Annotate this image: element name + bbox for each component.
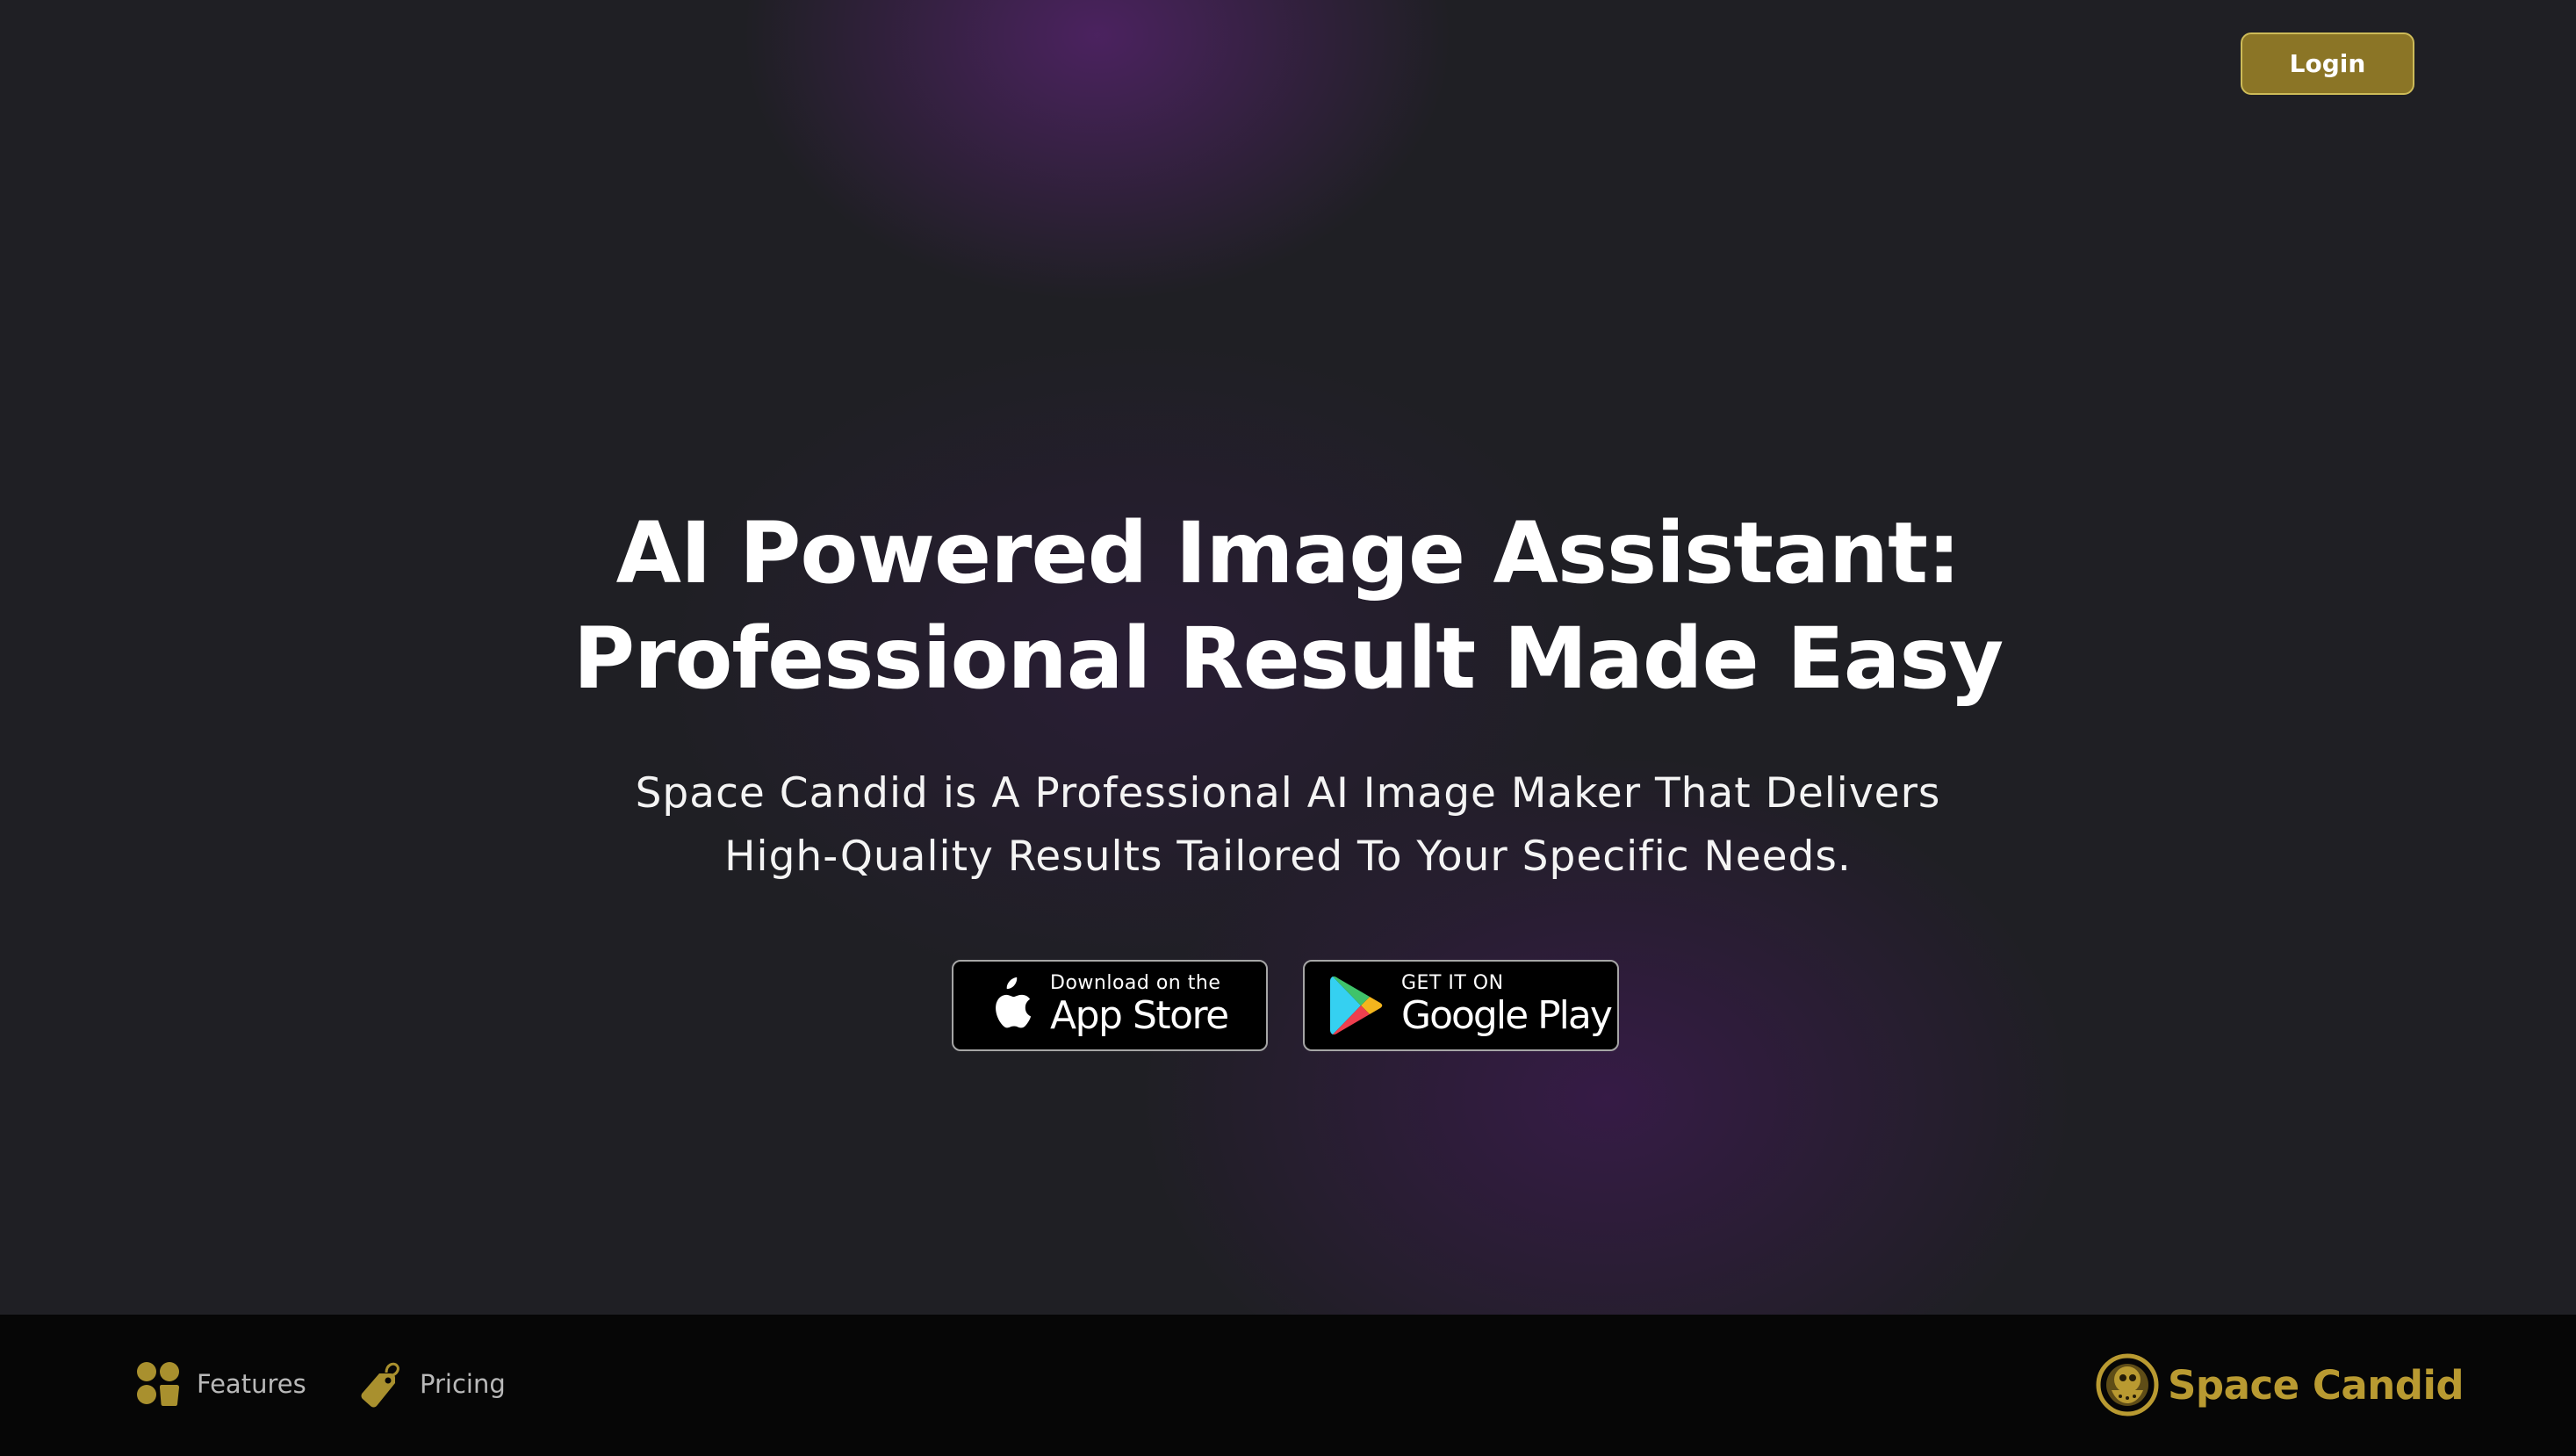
bottom-navigation-bar: Features Pricing Space Candid	[0, 1315, 2576, 1456]
login-button[interactable]: Login	[2241, 32, 2414, 95]
google-play-small-text: GET IT ON	[1401, 972, 1504, 994]
app-store-large-text: App Store	[1050, 993, 1229, 1038]
app-store-small-text: Download on the	[1050, 972, 1221, 994]
apple-icon	[980, 974, 1036, 1037]
hero-headline: AI Powered Image Assistant: Professional…	[410, 501, 2166, 711]
app-store-button[interactable]: Download on the App Store	[952, 960, 1268, 1051]
google-play-button[interactable]: GET IT ON Google Play	[1303, 960, 1619, 1051]
pricing-label: Pricing	[420, 1369, 506, 1399]
subheadline-line-1: Space Candid is A Professional AI Image …	[635, 769, 1941, 818]
subheadline-line-2: High-Quality Results Tailored To Your Sp…	[724, 833, 1852, 881]
google-play-text: GET IT ON Google Play	[1401, 972, 1613, 1038]
features-icon	[135, 1360, 183, 1408]
hero-section: Login AI Powered Image Assistant: Profes…	[0, 0, 2576, 1315]
headline-line-2: Professional Result Made Easy	[572, 609, 2004, 708]
features-nav-item[interactable]: Features	[135, 1360, 306, 1408]
headline-line-1: AI Powered Image Assistant:	[615, 504, 1961, 602]
app-store-text: Download on the App Store	[1050, 972, 1229, 1038]
pricing-nav-item[interactable]: Pricing	[358, 1360, 506, 1408]
google-play-icon	[1326, 974, 1387, 1037]
price-tag-icon	[358, 1360, 406, 1408]
space-candid-logo-icon	[2096, 1353, 2159, 1416]
hero-subheadline: Space Candid is A Professional AI Image …	[498, 762, 2078, 889]
features-label: Features	[197, 1369, 306, 1399]
brand-name: Space Candid	[2168, 1361, 2464, 1409]
space-candid-brand: Space Candid	[2096, 1351, 2464, 1418]
google-play-large-text: Google Play	[1401, 993, 1613, 1038]
